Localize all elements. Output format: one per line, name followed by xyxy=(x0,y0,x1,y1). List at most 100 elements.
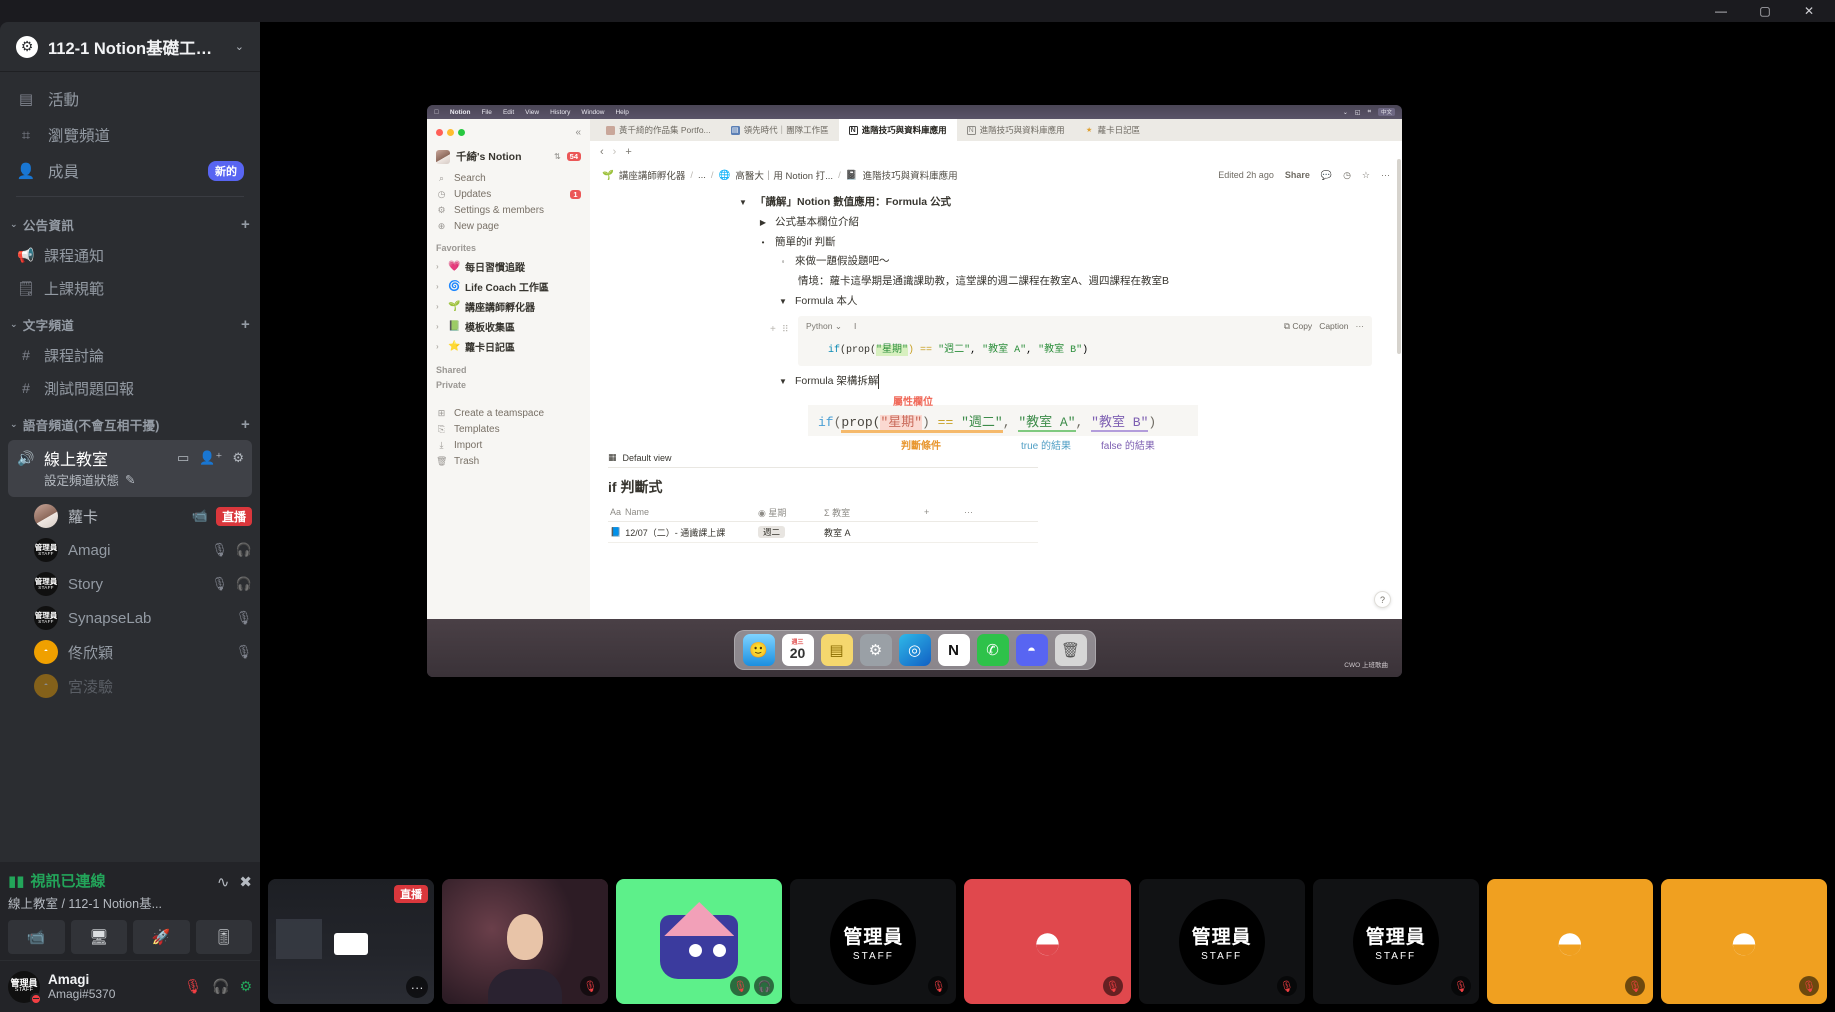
notion-search[interactable]: ⌕ Search xyxy=(427,170,590,186)
notion-settings[interactable]: ⚙ Settings & members xyxy=(427,202,590,218)
list-item[interactable]: 管理員 STAFF Amagi 🎙 🎧 xyxy=(0,533,260,567)
more-icon[interactable]: ··· xyxy=(964,507,1004,517)
category-announcements[interactable]: ⌄ 公告資訊 + xyxy=(0,205,260,238)
menu-notion[interactable]: Notion xyxy=(450,109,471,116)
cell-name[interactable]: 📘 12/07（二）- 通識課上課 xyxy=(608,526,758,539)
notion-icon[interactable]: N xyxy=(937,634,970,666)
menu-window[interactable]: Window xyxy=(581,109,604,116)
channel-course-notice[interactable]: 📢 課程通知 xyxy=(8,239,252,271)
camera-button[interactable]: 📹 xyxy=(8,920,65,954)
participant-tile-screen[interactable]: 直播 ··· xyxy=(268,879,435,1004)
notes-icon[interactable]: ▤ xyxy=(820,634,853,666)
chevron-right-icon[interactable]: › xyxy=(436,262,443,271)
screenshare-view[interactable]:  Notion File Edit View History Window H… xyxy=(427,105,1402,677)
edge-icon[interactable]: ◎ xyxy=(898,634,931,666)
mic-muted-icon[interactable]: 🎙 xyxy=(184,978,202,995)
notion-workspace-switcher[interactable]: 千綺's Notion ⇅ 54 xyxy=(427,145,590,170)
settings-icon[interactable]: ⚙ xyxy=(859,634,892,666)
participant-tile-avatar-green[interactable]: 🎙 🎧 xyxy=(616,879,783,1004)
import[interactable]: ⤓ Import xyxy=(427,437,590,453)
participant-tile-discord-2[interactable]: ◓ 🎙 xyxy=(1486,879,1653,1004)
chevron-down-icon[interactable]: ▼ xyxy=(778,374,788,388)
menu-history[interactable]: History xyxy=(550,109,570,116)
menu-edit[interactable]: Edit xyxy=(503,109,514,116)
menu-file[interactable]: File xyxy=(481,109,491,116)
tab-team-workspace[interactable]: ▤ 領先時代｜團隊工作區 xyxy=(721,119,839,141)
category-text-channels[interactable]: ⌄ 文字頻道 + xyxy=(0,305,260,338)
create-teamspace[interactable]: ⊞ Create a teamspace xyxy=(427,405,590,421)
tab-portfolio[interactable]: 黃千綺的作品集 Portfo... xyxy=(596,119,721,141)
mac-close-icon[interactable] xyxy=(436,128,443,136)
participant-tile-staff-1[interactable]: 管理員 STAFF 🎙 xyxy=(790,879,957,1004)
sidebar-item-members[interactable]: 👤 成員 新的 xyxy=(8,154,252,188)
clock-icon[interactable]: ◷ xyxy=(1343,170,1351,181)
column-header-room[interactable]: Σ 教室 xyxy=(824,506,924,519)
invite-icon[interactable]: 👤⁺ xyxy=(199,450,222,466)
breadcrumb-ellipsis[interactable]: ... xyxy=(698,170,706,181)
bluetooth-icon[interactable]: ⌗ xyxy=(1368,109,1371,116)
code-language-select[interactable]: Python ⌄ xyxy=(806,321,842,332)
comment-icon[interactable]: 💬 xyxy=(1321,170,1332,181)
more-icon[interactable]: ··· xyxy=(1381,170,1390,180)
add-column-icon[interactable]: + xyxy=(924,507,964,517)
finder-icon[interactable]: 🙂 xyxy=(742,634,775,666)
back-icon[interactable]: ‹ xyxy=(600,146,604,158)
chevron-down-icon[interactable]: ⌄ xyxy=(1343,109,1348,116)
notion-new-page[interactable]: ⊕ New page xyxy=(427,218,590,234)
add-channel-icon[interactable]: + xyxy=(241,416,250,433)
mac-zoom-icon[interactable] xyxy=(458,128,465,136)
add-channel-icon[interactable]: + xyxy=(241,216,250,233)
participant-tile-discord-1[interactable]: ◓ 🎙 xyxy=(964,879,1131,1004)
menu-help[interactable]: Help xyxy=(615,109,628,116)
doc-toggle-formula[interactable]: ▼ Formula 本人 xyxy=(738,292,1372,312)
tab-diary[interactable]: ★ 蘿卡日記區 xyxy=(1075,119,1151,141)
view-tab-default[interactable]: Default view xyxy=(623,453,672,463)
table-row[interactable]: 📘 12/07（二）- 通識課上課 週二 教室 A xyxy=(608,522,1038,544)
copy-button[interactable]: ⧉ Copy xyxy=(1284,321,1312,332)
breadcrumb-item[interactable]: 講座講師孵化器 xyxy=(619,168,686,182)
list-item[interactable]: 管理員 STAFF Story 🎙 🎧 xyxy=(0,567,260,601)
participant-tile-camera[interactable]: 🎙 xyxy=(442,879,609,1004)
soundboard-button[interactable]: 🎚 xyxy=(195,920,252,954)
favorite-item[interactable]: › 🌀 Life Coach 工作區 xyxy=(427,276,590,296)
chat-icon[interactable]: ▭ xyxy=(177,450,189,466)
calendar-icon[interactable]: 週三 20 xyxy=(781,634,814,666)
menu-view[interactable]: View xyxy=(525,109,539,116)
more-icon[interactable]: ··· xyxy=(406,976,429,998)
favorite-item[interactable]: › 💗 每日習慣追蹤 xyxy=(427,256,590,276)
screenshare-button[interactable]: 🖥 xyxy=(70,920,127,954)
avatar[interactable]: 管理員 STAFF xyxy=(8,970,42,1005)
user-panel[interactable]: 管理員 STAFF Amagi Amagi#5370 🎙 🎧 ⚙ xyxy=(0,960,260,1012)
chevron-updown-icon[interactable]: ⇅ xyxy=(554,152,561,161)
chevron-down-icon[interactable]: ▼ xyxy=(778,294,788,308)
channel-class-rules[interactable]: 🗒 上課規範 xyxy=(8,272,252,304)
caption-button[interactable]: Caption xyxy=(1319,321,1348,331)
favorite-item[interactable]: › ⭐ 蘿卡日記區 xyxy=(427,336,590,356)
list-item[interactable]: 蘿卡 📹 直播 xyxy=(0,499,260,533)
forward-icon[interactable]: › xyxy=(613,146,617,158)
tab-advanced-db-2[interactable]: N 進階技巧與資料庫應用 xyxy=(957,119,1075,141)
help-button[interactable]: ? xyxy=(1374,591,1391,608)
display-icon[interactable]: ◱ xyxy=(1355,109,1361,116)
mac-minimize-icon[interactable] xyxy=(447,128,454,136)
voice-channel-status[interactable]: 設定頻道狀態 ✎ xyxy=(44,470,244,489)
deafen-muted-icon[interactable]: 🎧 xyxy=(212,978,229,995)
code-block[interactable]: Python ⌄ I ⧉ Copy Caption ··· if(prop("星… xyxy=(798,315,1372,366)
collapse-sidebar-icon[interactable]: « xyxy=(575,127,581,138)
minimize-button[interactable]: — xyxy=(1699,0,1743,22)
column-header-day[interactable]: ◉ 星期 xyxy=(758,506,824,519)
share-button[interactable]: Share xyxy=(1285,170,1310,180)
channel-course-discussion[interactable]: # 課程討論 xyxy=(8,339,252,371)
star-icon[interactable]: ☆ xyxy=(1362,170,1370,181)
tab-advanced-db[interactable]: N 進階技巧與資料庫應用 xyxy=(838,119,957,141)
favorite-item[interactable]: › 📗 模板收集區 xyxy=(427,316,590,336)
close-button[interactable]: ✕ xyxy=(1787,0,1831,22)
discord-icon[interactable]: ◓ xyxy=(1015,634,1048,666)
chevron-right-icon[interactable]: › xyxy=(436,302,443,311)
cell-room[interactable]: 教室 A xyxy=(824,526,924,539)
doc-toggle-heading[interactable]: ▼ 「講解」Notion 數值應用：Formula 公式 xyxy=(738,193,1372,213)
chevron-down-icon[interactable]: ▼ xyxy=(738,195,748,209)
sidebar-item-events[interactable]: ▤ 活動 xyxy=(8,82,252,116)
column-header-name[interactable]: Aa Name xyxy=(608,507,758,517)
list-item[interactable]: ◓ 佟欣穎 🎙 xyxy=(0,635,260,669)
